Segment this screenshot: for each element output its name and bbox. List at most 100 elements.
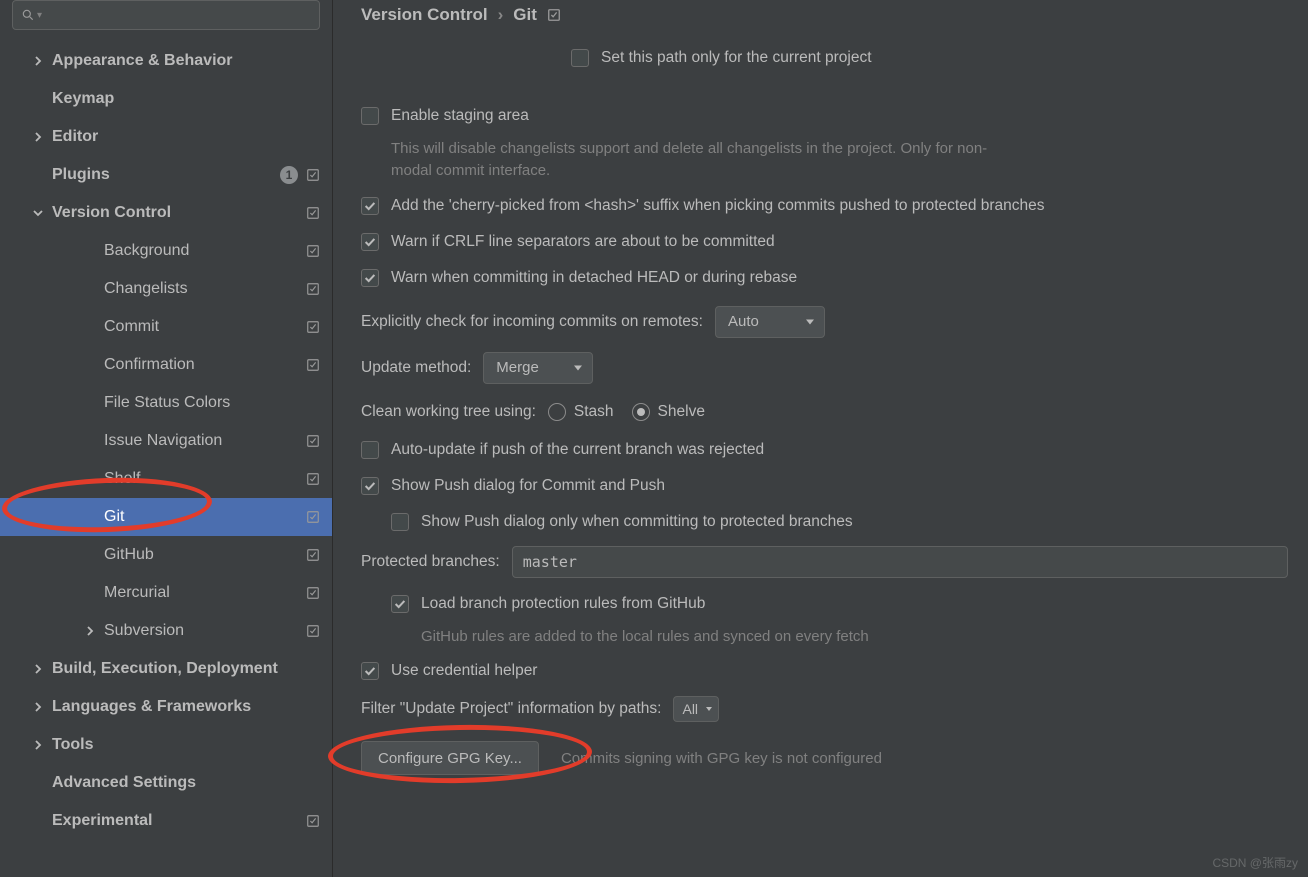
label-stash: Stash — [574, 403, 614, 421]
reset-icon[interactable] — [306, 510, 320, 524]
checkbox-load-rules[interactable] — [391, 595, 409, 613]
checkbox-enable-staging[interactable] — [361, 107, 379, 125]
reset-icon[interactable] — [306, 206, 320, 220]
sidebar-item-shelf[interactable]: Shelf — [0, 460, 332, 498]
search-icon — [21, 8, 35, 22]
gpg-note: Commits signing with GPG key is not conf… — [561, 750, 882, 767]
reset-icon[interactable] — [306, 814, 320, 828]
reset-icon[interactable] — [306, 244, 320, 258]
desc-enable-staging: This will disable changelists support an… — [391, 138, 1011, 182]
select-update-method[interactable]: Merge — [483, 352, 593, 384]
sidebar-item-background[interactable]: Background — [0, 232, 332, 270]
sidebar-item-label: Advanced Settings — [52, 774, 320, 792]
sidebar-item-github[interactable]: GitHub — [0, 536, 332, 574]
label-warn-detached: Warn when committing in detached HEAD or… — [391, 269, 797, 287]
sidebar-item-label: Editor — [52, 128, 320, 146]
label-update-method: Update method: — [361, 359, 471, 377]
radio-shelve[interactable] — [632, 403, 650, 421]
sidebar-item-label: Mercurial — [104, 584, 306, 602]
sidebar-item-label: Appearance & Behavior — [52, 52, 320, 70]
chevron-icon — [76, 625, 104, 637]
select-explicit-check[interactable]: Auto — [715, 306, 825, 338]
sidebar-item-label: File Status Colors — [104, 394, 320, 412]
search-input[interactable]: ▾ — [12, 0, 320, 30]
sidebar-item-label: Issue Navigation — [104, 432, 306, 450]
sidebar-item-commit[interactable]: Commit — [0, 308, 332, 346]
reset-icon[interactable] — [306, 282, 320, 296]
sidebar-item-label: Subversion — [104, 622, 306, 640]
reset-icon[interactable] — [306, 624, 320, 638]
label-enable-staging: Enable staging area — [391, 107, 529, 125]
select-filter-paths[interactable]: All — [673, 696, 719, 722]
label-filter-paths: Filter "Update Project" information by p… — [361, 700, 661, 718]
sidebar-item-appearance-behavior[interactable]: Appearance & Behavior — [0, 42, 332, 80]
sidebar-item-plugins[interactable]: Plugins1 — [0, 156, 332, 194]
configure-gpg-button[interactable]: Configure GPG Key... — [361, 741, 539, 775]
sidebar-item-label: Confirmation — [104, 356, 306, 374]
sidebar-item-changelists[interactable]: Changelists — [0, 270, 332, 308]
sidebar-item-confirmation[interactable]: Confirmation — [0, 346, 332, 384]
chevron-icon — [24, 131, 52, 143]
sidebar-item-label: GitHub — [104, 546, 306, 564]
chevron-icon — [24, 663, 52, 675]
chevron-icon — [24, 207, 52, 219]
checkbox-auto-update[interactable] — [361, 441, 379, 459]
checkbox-path-current-project[interactable] — [571, 49, 589, 67]
sidebar-item-label: Commit — [104, 318, 306, 336]
reset-icon[interactable] — [306, 320, 320, 334]
sidebar-item-subversion[interactable]: Subversion — [0, 612, 332, 650]
sidebar-item-languages-frameworks[interactable]: Languages & Frameworks — [0, 688, 332, 726]
label-warn-crlf: Warn if CRLF line separators are about t… — [391, 233, 775, 251]
label-path-current-project: Set this path only for the current proje… — [601, 49, 872, 67]
breadcrumb-parent[interactable]: Version Control — [361, 5, 488, 25]
chevron-icon — [24, 701, 52, 713]
sidebar-item-keymap[interactable]: Keymap — [0, 80, 332, 118]
breadcrumb-current: Git — [513, 5, 537, 25]
sidebar-item-label: Background — [104, 242, 306, 260]
radio-stash[interactable] — [548, 403, 566, 421]
breadcrumb: Version Control › Git — [361, 0, 1288, 30]
sidebar-item-git[interactable]: Git — [0, 498, 332, 536]
desc-load-rules: GitHub rules are added to the local rule… — [421, 626, 1041, 648]
sidebar-item-experimental[interactable]: Experimental — [0, 802, 332, 840]
badge: 1 — [280, 166, 298, 184]
sidebar-item-label: Experimental — [52, 812, 306, 830]
chevron-icon — [24, 55, 52, 67]
chevron-icon — [24, 739, 52, 751]
sidebar-item-tools[interactable]: Tools — [0, 726, 332, 764]
settings-tree: Appearance & Behavior Keymap Editor Plugins… — [0, 36, 332, 877]
checkbox-show-push[interactable] — [361, 477, 379, 495]
label-shelve: Shelve — [658, 403, 705, 421]
reset-icon[interactable] — [306, 548, 320, 562]
reset-icon[interactable] — [306, 434, 320, 448]
chevron-right-icon: › — [498, 5, 504, 25]
checkbox-warn-detached[interactable] — [361, 269, 379, 287]
label-use-credential-helper: Use credential helper — [391, 662, 537, 680]
reset-icon[interactable] — [306, 358, 320, 372]
checkbox-cherry-suffix[interactable] — [361, 197, 379, 215]
reset-icon[interactable] — [306, 586, 320, 600]
reset-icon[interactable] — [306, 168, 320, 182]
sidebar-item-file-status-colors[interactable]: File Status Colors — [0, 384, 332, 422]
checkbox-show-push-protected[interactable] — [391, 513, 409, 531]
sidebar-item-issue-navigation[interactable]: Issue Navigation — [0, 422, 332, 460]
sidebar-item-label: Keymap — [52, 90, 320, 108]
settings-sidebar: ▾ Appearance & Behavior Keymap Editor Plugi… — [0, 0, 333, 877]
sidebar-item-label: Changelists — [104, 280, 306, 298]
label-show-push-protected: Show Push dialog only when committing to… — [421, 513, 853, 531]
sidebar-item-build-execution-deployment[interactable]: Build, Execution, Deployment — [0, 650, 332, 688]
sidebar-item-editor[interactable]: Editor — [0, 118, 332, 156]
input-protected-branches[interactable] — [512, 546, 1288, 578]
sidebar-item-label: Shelf — [104, 470, 306, 488]
label-clean-tree: Clean working tree using: — [361, 403, 536, 421]
checkbox-warn-crlf[interactable] — [361, 233, 379, 251]
label-auto-update: Auto-update if push of the current branc… — [391, 441, 764, 459]
reset-icon[interactable] — [547, 8, 561, 22]
label-show-push: Show Push dialog for Commit and Push — [391, 477, 665, 495]
sidebar-item-mercurial[interactable]: Mercurial — [0, 574, 332, 612]
sidebar-item-label: Version Control — [52, 204, 306, 222]
sidebar-item-advanced-settings[interactable]: Advanced Settings — [0, 764, 332, 802]
checkbox-use-credential-helper[interactable] — [361, 662, 379, 680]
reset-icon[interactable] — [306, 472, 320, 486]
sidebar-item-version-control[interactable]: Version Control — [0, 194, 332, 232]
